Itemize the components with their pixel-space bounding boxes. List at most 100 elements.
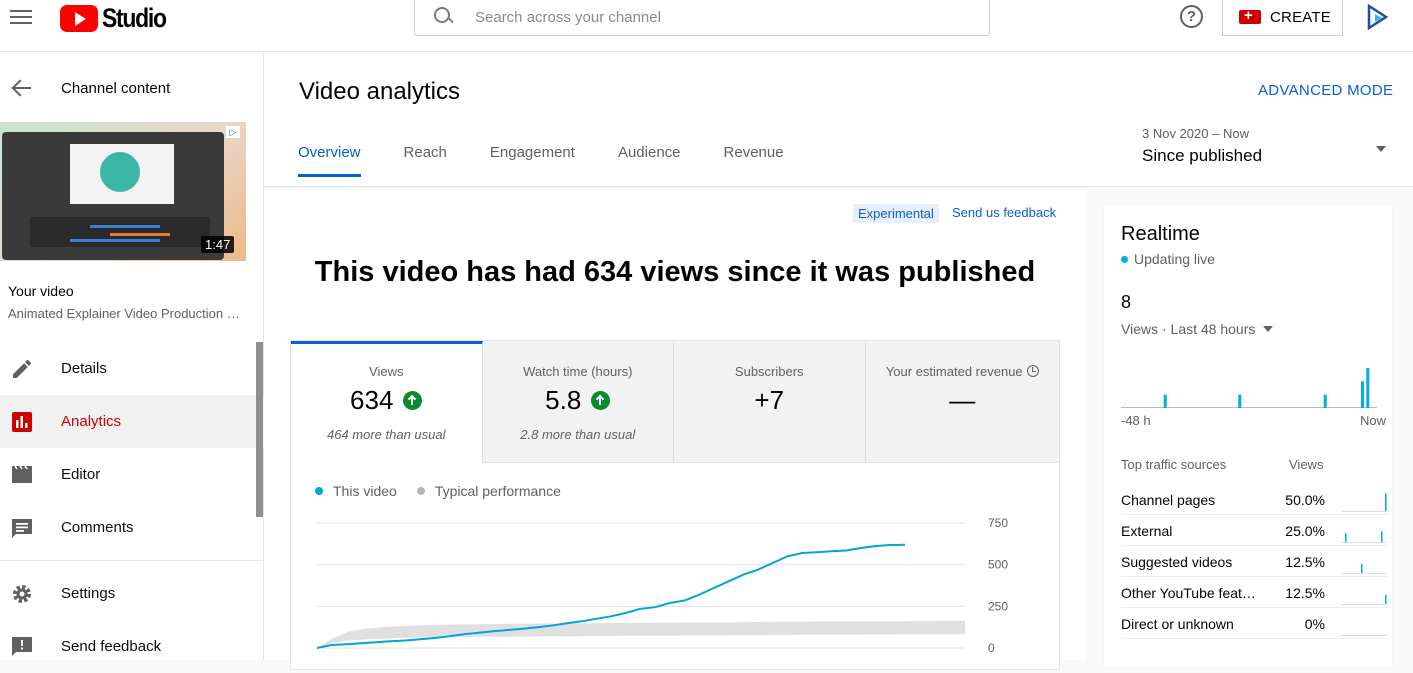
date-range-sub: 3 Nov 2020 – Now xyxy=(1142,126,1249,141)
nav-divider xyxy=(0,560,264,561)
legend-this-video[interactable]: This video xyxy=(315,483,397,499)
top-bar: Studio ? CREATE xyxy=(0,0,1413,52)
feedback-icon xyxy=(12,636,32,656)
sidebar-item-analytics[interactable]: Analytics xyxy=(0,395,264,448)
traffic-source-pct: 50.0% xyxy=(1285,492,1325,508)
sparkline-bar xyxy=(1361,564,1363,573)
video-title: Animated Explainer Video Production Work… xyxy=(8,306,248,321)
overview-panel: Experimental Send us feedback This video… xyxy=(264,188,1086,670)
chart-tick-label: 250 xyxy=(988,599,1008,613)
traffic-source-sparkline xyxy=(1341,531,1387,543)
trend-up-icon xyxy=(403,391,423,410)
traffic-source-sparkline xyxy=(1341,493,1387,512)
menu-icon[interactable] xyxy=(10,6,34,26)
live-dot-icon xyxy=(1121,255,1128,263)
trend-up-icon xyxy=(591,391,611,410)
create-button[interactable]: CREATE xyxy=(1222,0,1343,36)
tab-revenue[interactable]: Revenue xyxy=(724,144,784,175)
traffic-source-sparkline xyxy=(1341,635,1387,636)
realtime-bar xyxy=(1361,381,1364,408)
help-icon[interactable]: ? xyxy=(1180,5,1203,28)
legend-label: This video xyxy=(333,483,397,499)
metric-label: Your estimated revenue xyxy=(866,364,1060,379)
tab-overview[interactable]: Overview xyxy=(298,144,361,177)
sparkline-bar xyxy=(1345,533,1347,542)
metric-value-text: 5.8 xyxy=(545,385,582,415)
metric-value-text: — xyxy=(949,385,976,415)
logo-text: Studio xyxy=(102,3,167,33)
metric-sub: 464 more than usual xyxy=(326,427,446,442)
views-chart: 750 500 250 0 xyxy=(316,516,1008,655)
clock-icon xyxy=(1026,365,1039,377)
sidebar-item-label: Details xyxy=(61,360,107,377)
studio-logo[interactable]: Studio xyxy=(60,3,177,34)
search-bar[interactable] xyxy=(414,0,990,36)
metric-value: +7 xyxy=(674,385,865,416)
realtime-live: Updating live xyxy=(1121,251,1215,267)
traffic-source-name: External xyxy=(1121,523,1173,539)
realtime-period-dropdown[interactable]: Views · Last 48 hours xyxy=(1121,321,1274,337)
traffic-source-pct: 0% xyxy=(1304,616,1325,632)
traffic-source-sparkline xyxy=(1341,595,1387,605)
video-duration: 1:47 xyxy=(201,236,235,253)
send-us-feedback-link[interactable]: Send us feedback xyxy=(952,205,1056,220)
thumbnail-timeline xyxy=(30,217,210,247)
metric-subscribers[interactable]: Subscribers +7 xyxy=(674,341,866,463)
traffic-source-pct: 12.5% xyxy=(1285,554,1325,570)
chart-tick-label: 500 xyxy=(988,558,1008,572)
traffic-source-name: Channel pages xyxy=(1121,492,1216,508)
traffic-source-pct: 12.5% xyxy=(1285,585,1325,601)
metric-label: Views xyxy=(369,364,404,379)
sidebar: Channel content ▷ 1:47 Your video Animat… xyxy=(0,52,264,660)
tab-audience[interactable]: Audience xyxy=(618,144,681,175)
metric-value: 634 xyxy=(291,385,482,416)
info-badge-icon: ▷ xyxy=(226,126,240,138)
metric-value: — xyxy=(866,385,1060,416)
tab-reach[interactable]: Reach xyxy=(404,144,447,175)
youtube-logo-icon xyxy=(60,5,98,32)
metric-value-text: +7 xyxy=(754,385,785,415)
sidebar-item-comments[interactable]: Comments xyxy=(0,501,264,554)
experimental-badge: Experimental xyxy=(853,204,939,223)
pencil-icon xyxy=(13,359,31,378)
sparkline-bar xyxy=(1385,493,1387,511)
back-arrow-icon[interactable] xyxy=(11,77,33,99)
search-input[interactable] xyxy=(475,8,955,26)
realtime-chart xyxy=(1121,368,1377,408)
date-range-main: Since published xyxy=(1142,146,1263,165)
sidebar-scrollbar[interactable] xyxy=(256,342,263,517)
advanced-mode-button[interactable]: ADVANCED MODE xyxy=(1258,82,1393,99)
sparkline-bar xyxy=(1385,595,1387,604)
avatar[interactable] xyxy=(1366,4,1390,30)
metric-estimated-revenue[interactable]: Your estimated revenue — xyxy=(865,341,1060,463)
metric-views[interactable]: Views 634 464 more than usual xyxy=(291,341,483,463)
tab-engagement[interactable]: Engagement xyxy=(490,144,575,175)
date-range-dropdown[interactable]: 3 Nov 2020 – Now Since published xyxy=(1142,126,1392,166)
main-content: Video analytics ADVANCED MODE Overview R… xyxy=(264,52,1413,670)
analytics-icon xyxy=(12,411,32,432)
your-video-label: Your video xyxy=(8,283,74,299)
sidebar-item-settings[interactable]: Settings xyxy=(0,567,264,620)
traffic-source-row: Suggested videos 12.5% xyxy=(1121,546,1389,577)
back-to-channel-content[interactable]: Channel content xyxy=(0,70,170,106)
sidebar-item-details[interactable]: Details xyxy=(0,342,264,395)
traffic-source-row: External 25.0% xyxy=(1121,515,1389,546)
dropdown-arrow-icon xyxy=(1376,146,1386,152)
traffic-source-row: Channel pages 50.0% xyxy=(1121,484,1389,515)
realtime-axis-left: -48 h xyxy=(1121,413,1151,428)
metric-tabs: Views 634 464 more than usual Watch time… xyxy=(291,341,1059,463)
legend-typical-performance[interactable]: Typical performance xyxy=(416,483,561,499)
comment-icon xyxy=(12,518,32,538)
traffic-source-row: Direct or unknown 0% xyxy=(1121,608,1389,639)
realtime-axis-right: Now xyxy=(1360,413,1387,428)
analytics-tabs: Overview Reach Engagement Audience Reven… xyxy=(298,144,827,177)
page-title: Video analytics xyxy=(299,78,460,105)
sidebar-item-send-feedback[interactable]: Send feedback xyxy=(0,620,264,673)
metric-watch-time[interactable]: Watch time (hours) 5.8 2.8 more than usu… xyxy=(482,341,674,463)
typical-performance-band xyxy=(317,620,965,648)
video-thumbnail[interactable]: ▷ 1:47 xyxy=(0,122,246,261)
sidebar-item-label: Analytics xyxy=(61,413,122,430)
live-label: Updating live xyxy=(1134,251,1215,267)
sidebar-item-editor[interactable]: Editor xyxy=(0,448,264,501)
search-icon xyxy=(433,6,455,28)
